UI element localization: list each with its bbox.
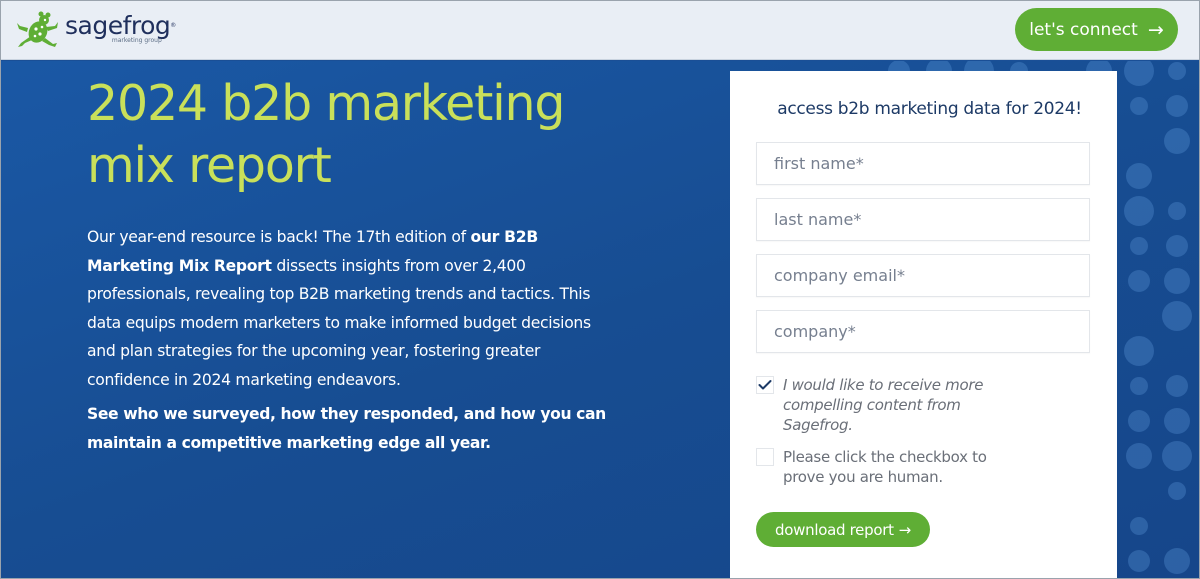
frog-icon [17, 11, 58, 47]
decorative-dot [1166, 95, 1188, 117]
decorative-dot [1166, 375, 1188, 397]
form-heading: access b2b marketing data for 2024! [777, 99, 1082, 119]
decorative-dot [1166, 235, 1188, 257]
company-input[interactable] [756, 310, 1090, 353]
decorative-dot [1126, 163, 1152, 189]
first-name-input[interactable] [756, 142, 1090, 185]
hero-callout: See who we surveyed, how they responded,… [87, 405, 606, 452]
decorative-dot [1126, 443, 1152, 469]
lets-connect-button[interactable]: let's connect → [1015, 8, 1178, 51]
decorative-dot [1124, 196, 1154, 226]
site-header: sagefrog® marketing group let's connect … [1, 1, 1199, 60]
description-text-continued: dissects insights from over 2,400 profes… [87, 256, 591, 389]
decorative-dot [1130, 237, 1148, 255]
decorative-dot [1162, 301, 1192, 331]
decorative-dot [1168, 482, 1186, 500]
download-form: access b2b marketing data for 2024! I wo… [730, 71, 1117, 578]
decorative-dot [1128, 410, 1150, 432]
decorative-dot [1164, 268, 1190, 294]
human-check-label[interactable]: Please click the checkbox to prove you a… [783, 447, 1013, 487]
decorative-dot [1130, 377, 1148, 395]
decorative-dot [1168, 202, 1186, 220]
last-name-input[interactable] [756, 198, 1090, 241]
decorative-dot [1164, 408, 1190, 434]
title-line-1: 2024 b2b marketing [87, 75, 566, 132]
decorative-dot [1130, 97, 1148, 115]
sagefrog-logo[interactable]: sagefrog® marketing group [15, 10, 176, 50]
opt-in-checkbox[interactable] [756, 376, 774, 394]
decorative-dot [1128, 550, 1150, 572]
decorative-dot [1164, 548, 1190, 574]
title-line-2: mix report [87, 137, 332, 194]
hero-section: 2024 b2b marketing mix report Our year-e… [1, 61, 1199, 578]
logo-wordmark: sagefrog® [65, 10, 176, 40]
opt-in-row: I would like to receive more compelling … [756, 375, 1003, 435]
description-text: Our year-end resource is back! The 17th … [87, 228, 471, 246]
company-email-input[interactable] [756, 254, 1090, 297]
page-title: 2024 b2b marketing mix report [87, 73, 647, 197]
decorative-dot [1124, 336, 1154, 366]
human-check-row: Please click the checkbox to prove you a… [756, 447, 1013, 487]
lets-connect-label: let's connect [1029, 19, 1138, 40]
download-report-label: download report [775, 520, 894, 539]
arrow-right-icon: → [898, 520, 912, 539]
decorative-dot [1130, 517, 1148, 535]
download-report-button[interactable]: download report → [756, 512, 930, 547]
decorative-dot [1128, 270, 1150, 292]
decorative-dot [1168, 62, 1186, 80]
arrow-right-icon: → [1147, 18, 1164, 41]
decorative-dot [1162, 441, 1192, 471]
hero-description: Our year-end resource is back! The 17th … [87, 223, 597, 395]
decorative-dot [1164, 128, 1190, 154]
human-verification-checkbox[interactable] [756, 448, 774, 466]
decorative-dot [1124, 61, 1154, 86]
opt-in-label[interactable]: I would like to receive more compelling … [783, 375, 1003, 435]
checkmark-icon [758, 380, 772, 390]
